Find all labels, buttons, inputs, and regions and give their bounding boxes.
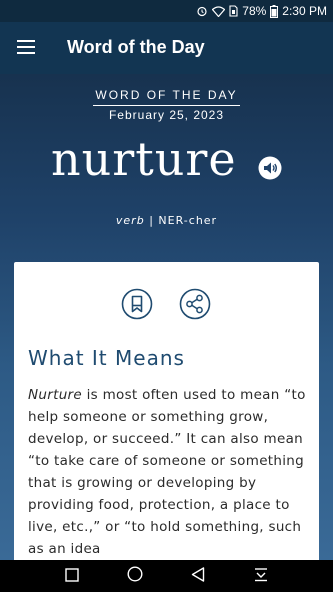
- home-button[interactable]: [123, 564, 147, 588]
- download-icon: [254, 567, 268, 586]
- sim-icon: [229, 5, 238, 17]
- circle-icon: [127, 566, 143, 586]
- clock: 2:30 PM: [282, 4, 327, 18]
- definition-body: is most often used to mean “to help some…: [28, 387, 306, 557]
- pronunciation-line: verb | NER-cher: [0, 214, 333, 227]
- status-indicators: 78% 2:30 PM: [196, 0, 327, 22]
- hamburger-icon: [17, 39, 35, 58]
- pronunciation: NER-cher: [158, 214, 218, 227]
- alarm-icon: [196, 5, 208, 17]
- definition-term: Nurture: [28, 387, 83, 403]
- battery-icon: [270, 4, 279, 18]
- wotd-label: WORD OF THE DAY: [0, 88, 333, 106]
- app-title: Word of the Day: [67, 37, 205, 57]
- part-of-speech: verb: [115, 214, 145, 227]
- bookmark-button[interactable]: [121, 288, 153, 320]
- share-icon: [179, 288, 211, 324]
- menu-button[interactable]: [14, 36, 38, 60]
- notifications-pull-button[interactable]: [249, 564, 273, 588]
- featured-word: nurture: [51, 132, 237, 186]
- app-bar: Word of the Day: [0, 22, 333, 74]
- section-title: What It Means: [28, 346, 185, 370]
- status-bar: 78% 2:30 PM: [0, 0, 333, 22]
- definition-text: Nurture is most often used to mean “to h…: [28, 384, 318, 560]
- card-actions: [14, 288, 319, 320]
- recents-button[interactable]: [60, 564, 84, 588]
- pronunciation-separator: |: [149, 214, 154, 227]
- wotd-label-text: WORD OF THE DAY: [93, 88, 240, 106]
- share-button[interactable]: [179, 288, 211, 320]
- battery-percent: 78%: [242, 4, 267, 18]
- back-button[interactable]: [186, 564, 210, 588]
- triangle-back-icon: [191, 566, 205, 586]
- square-icon: [65, 567, 79, 586]
- wifi-icon: [212, 5, 226, 17]
- system-nav-bar: [0, 560, 333, 592]
- bookmark-icon: [121, 288, 153, 324]
- speaker-icon: [258, 156, 282, 184]
- word-date: February 25, 2023: [108, 108, 225, 122]
- play-pronunciation-button[interactable]: [258, 156, 282, 180]
- definition-card: What It Means Nurture is most often used…: [14, 262, 319, 572]
